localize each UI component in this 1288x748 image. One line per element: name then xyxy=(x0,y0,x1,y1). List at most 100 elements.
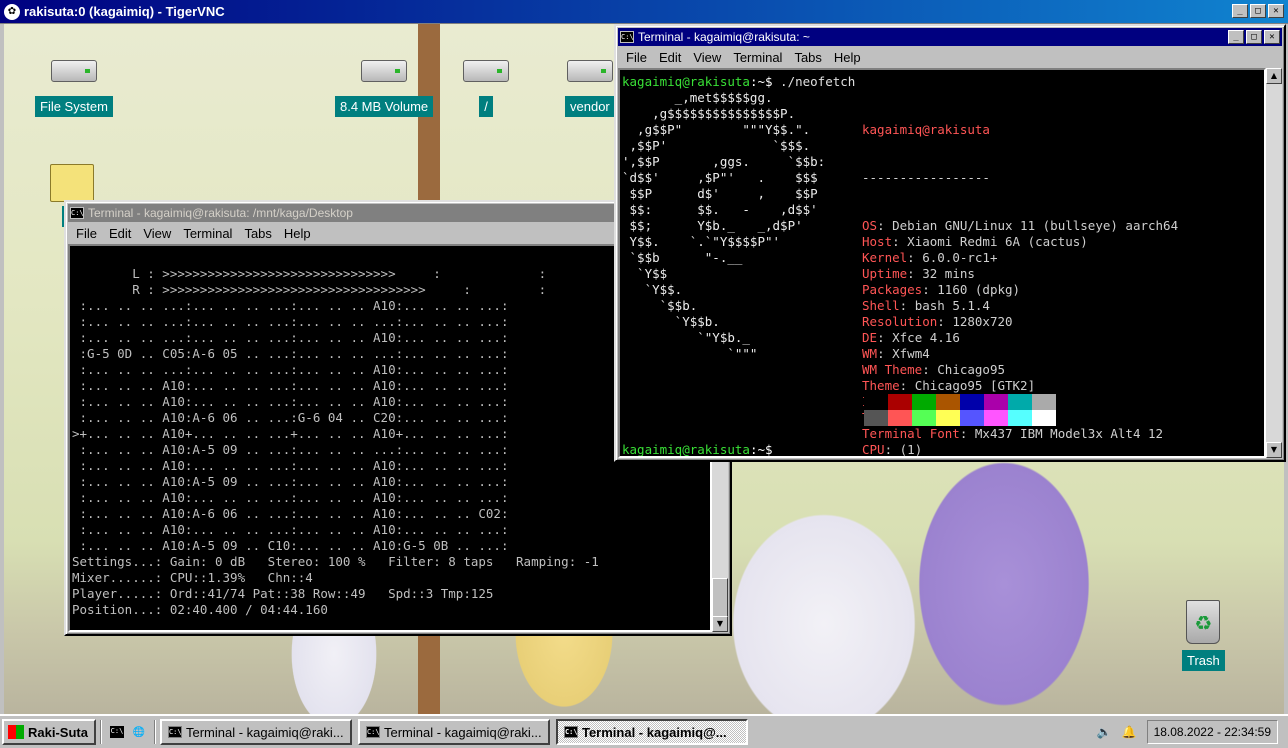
info-row: CPU: (1) xyxy=(862,442,923,457)
ascii-art-line: $$; Y$b._ _,d$P' xyxy=(622,218,803,233)
desktop-icon-label: File System xyxy=(35,96,113,117)
menu-view[interactable]: View xyxy=(687,50,727,65)
ascii-art-line: ',$$P ,ggs. `$$b: xyxy=(622,154,826,169)
scroll-down-arrow-icon[interactable]: ▼ xyxy=(712,616,728,632)
menu-tabs[interactable]: Tabs xyxy=(238,226,277,241)
info-key: CPU xyxy=(862,442,885,457)
color-swatch xyxy=(936,410,960,426)
info-key: WM Theme xyxy=(862,362,923,377)
scroll-up-arrow-icon[interactable]: ▲ xyxy=(1266,68,1282,84)
info-key: WM xyxy=(862,346,878,361)
vnc-close-button[interactable]: ✕ xyxy=(1268,4,1284,18)
ascii-art-line: ,g$$P" """Y$$.". xyxy=(622,122,811,137)
info-value: Debian GNU/Linux 11 (bullseye) aarch64 xyxy=(892,218,1179,233)
menu-tabs[interactable]: Tabs xyxy=(788,50,827,65)
taskbar-separator xyxy=(99,720,102,744)
menu-help[interactable]: Help xyxy=(278,226,317,241)
info-row: Host: Xiaomi Redmi 6A (cactus) xyxy=(862,234,1088,249)
desktop-icon-file-system[interactable]: File System xyxy=(35,60,113,117)
color-swatch xyxy=(936,394,960,410)
menu-edit[interactable]: Edit xyxy=(653,50,687,65)
terminal-window-home[interactable]: C:\ Terminal - kagaimiq@rakisuta: ~ _ □ … xyxy=(614,24,1286,462)
close-button[interactable]: ✕ xyxy=(1264,30,1280,44)
color-swatch xyxy=(864,394,888,410)
drive-icon xyxy=(463,60,509,82)
terminal-line: Position...: 02:40.400 / 04:44.160 xyxy=(72,602,328,617)
start-button[interactable]: Raki-Suta xyxy=(2,719,96,745)
info-row: Theme: Chicago95 [GTK2] xyxy=(862,378,1036,393)
taskbar-button-terminal-3[interactable]: C:\ Terminal - kagaimiq@... xyxy=(555,719,748,745)
terminal-scrollbar[interactable]: ▲ ▼ xyxy=(1266,68,1282,458)
window-titlebar[interactable]: C:\ Terminal - kagaimiq@rakisuta: ~ _ □ … xyxy=(618,28,1282,46)
scroll-down-arrow-icon[interactable]: ▼ xyxy=(1266,442,1282,458)
info-row: Packages: 1160 (dpkg) xyxy=(862,282,1021,297)
task-label: Terminal - kagaimiq@raki... xyxy=(185,724,344,740)
info-row: WM: Xfwm4 xyxy=(862,346,930,361)
desktop-icon-label: vendor xyxy=(565,96,615,117)
quicklaunch-browser-icon[interactable]: 🌐 xyxy=(128,721,150,743)
taskbar-button-terminal-2[interactable]: C:\ Terminal - kagaimiq@raki... xyxy=(357,719,550,745)
task-label: Terminal - kagaimiq@... xyxy=(581,724,727,740)
color-swatch xyxy=(912,410,936,426)
info-value: Chicago95 [GTK2] xyxy=(914,378,1036,393)
ascii-art-line: $$: $$. - ,d$$' xyxy=(622,202,818,217)
recycle-bin-icon: ♻ xyxy=(1186,600,1221,644)
color-swatch xyxy=(984,394,1008,410)
info-key: Terminal Font xyxy=(862,426,960,441)
info-key: Uptime xyxy=(862,266,908,281)
notification-bell-icon[interactable]: 🔔 xyxy=(1122,725,1137,739)
menubar: File Edit View Terminal Tabs Help xyxy=(616,46,1284,68)
menu-terminal[interactable]: Terminal xyxy=(177,226,238,241)
ascii-art-line: `Y$$b. xyxy=(622,314,720,329)
terminal-output[interactable]: kagaimiq@rakisuta:~$ ./neofetch _,met$$$… xyxy=(618,68,1266,458)
terminal-icon: C:\ xyxy=(365,726,380,738)
color-swatch xyxy=(984,410,1008,426)
command-text: ./neofetch xyxy=(772,74,856,89)
terminal-icon: C:\ xyxy=(167,726,182,738)
vnc-maximize-button[interactable]: □ xyxy=(1250,4,1266,18)
color-swatch xyxy=(1032,394,1056,410)
command-line: kagaimiq@rakisuta:~$ ./neofetch xyxy=(622,74,855,90)
menu-help[interactable]: Help xyxy=(828,50,867,65)
info-value: Xfwm4 xyxy=(892,346,930,361)
terminal-line: :... .. .. A10:A-6 06 .. ...:... .. .. A… xyxy=(72,506,509,521)
quicklaunch-terminal-icon[interactable]: C:\ xyxy=(106,721,128,743)
terminal-icon: C:\ xyxy=(563,726,578,738)
color-palette-top xyxy=(864,394,1056,410)
info-key: OS xyxy=(862,218,878,233)
desktop-icon-root[interactable]: / xyxy=(463,60,509,117)
color-swatch xyxy=(912,394,936,410)
minimize-button[interactable]: _ xyxy=(1228,30,1244,44)
vnc-titlebar[interactable]: ✿ rakisuta:0 (kagaimiq) - TigerVNC _ □ ✕ xyxy=(0,0,1288,24)
desktop-icon-vendor[interactable]: vendor xyxy=(565,60,615,117)
info-key: Shell xyxy=(862,298,900,313)
info-value: 32 mins xyxy=(922,266,975,281)
menu-view[interactable]: View xyxy=(137,226,177,241)
menu-edit[interactable]: Edit xyxy=(103,226,137,241)
desktop-icon-trash[interactable]: ♻ Trash xyxy=(1182,600,1225,671)
info-row: Shell: bash 5.1.4 xyxy=(862,298,990,313)
desktop-icon-volume[interactable]: 8.4 MB Volume xyxy=(335,60,434,117)
taskbar-button-terminal-1[interactable]: C:\ Terminal - kagaimiq@raki... xyxy=(159,719,352,745)
folder-icon xyxy=(50,164,94,202)
info-value: 6.0.0-rc1+ xyxy=(922,250,998,265)
prompt-path: :~$ xyxy=(749,442,773,457)
menu-file[interactable]: File xyxy=(620,50,653,65)
terminal-line: Mixer......: CPU::1.39% Chn::4 xyxy=(72,570,313,585)
info-row: Terminal Font: Mx437 IBM Model3x Alt4 12 xyxy=(862,426,1164,441)
menu-file[interactable]: File xyxy=(70,226,103,241)
info-row: Resolution: 1280x720 xyxy=(862,314,1013,329)
system-tray: 🔈 🔔 18.08.2022 - 22:34:59 xyxy=(1091,719,1284,745)
maximize-button[interactable]: □ xyxy=(1246,30,1262,44)
scrollbar-thumb[interactable] xyxy=(712,578,728,618)
terminal-line: :... .. .. A10:A-5 09 .. ...:... .. .. A… xyxy=(72,474,509,489)
volume-icon[interactable]: 🔈 xyxy=(1097,725,1112,739)
info-value: Mx437 IBM Model3x Alt4 12 xyxy=(974,426,1164,441)
vnc-minimize-button[interactable]: _ xyxy=(1232,4,1248,18)
color-swatch xyxy=(960,394,984,410)
ascii-art-line: ,$$P' `$$$. xyxy=(622,138,811,153)
clock[interactable]: 18.08.2022 - 22:34:59 xyxy=(1146,720,1278,744)
ascii-art-line: `$$b "-.__ xyxy=(622,250,743,265)
menu-terminal[interactable]: Terminal xyxy=(727,50,788,65)
ascii-art-line: `"Y$b._ xyxy=(622,330,750,345)
